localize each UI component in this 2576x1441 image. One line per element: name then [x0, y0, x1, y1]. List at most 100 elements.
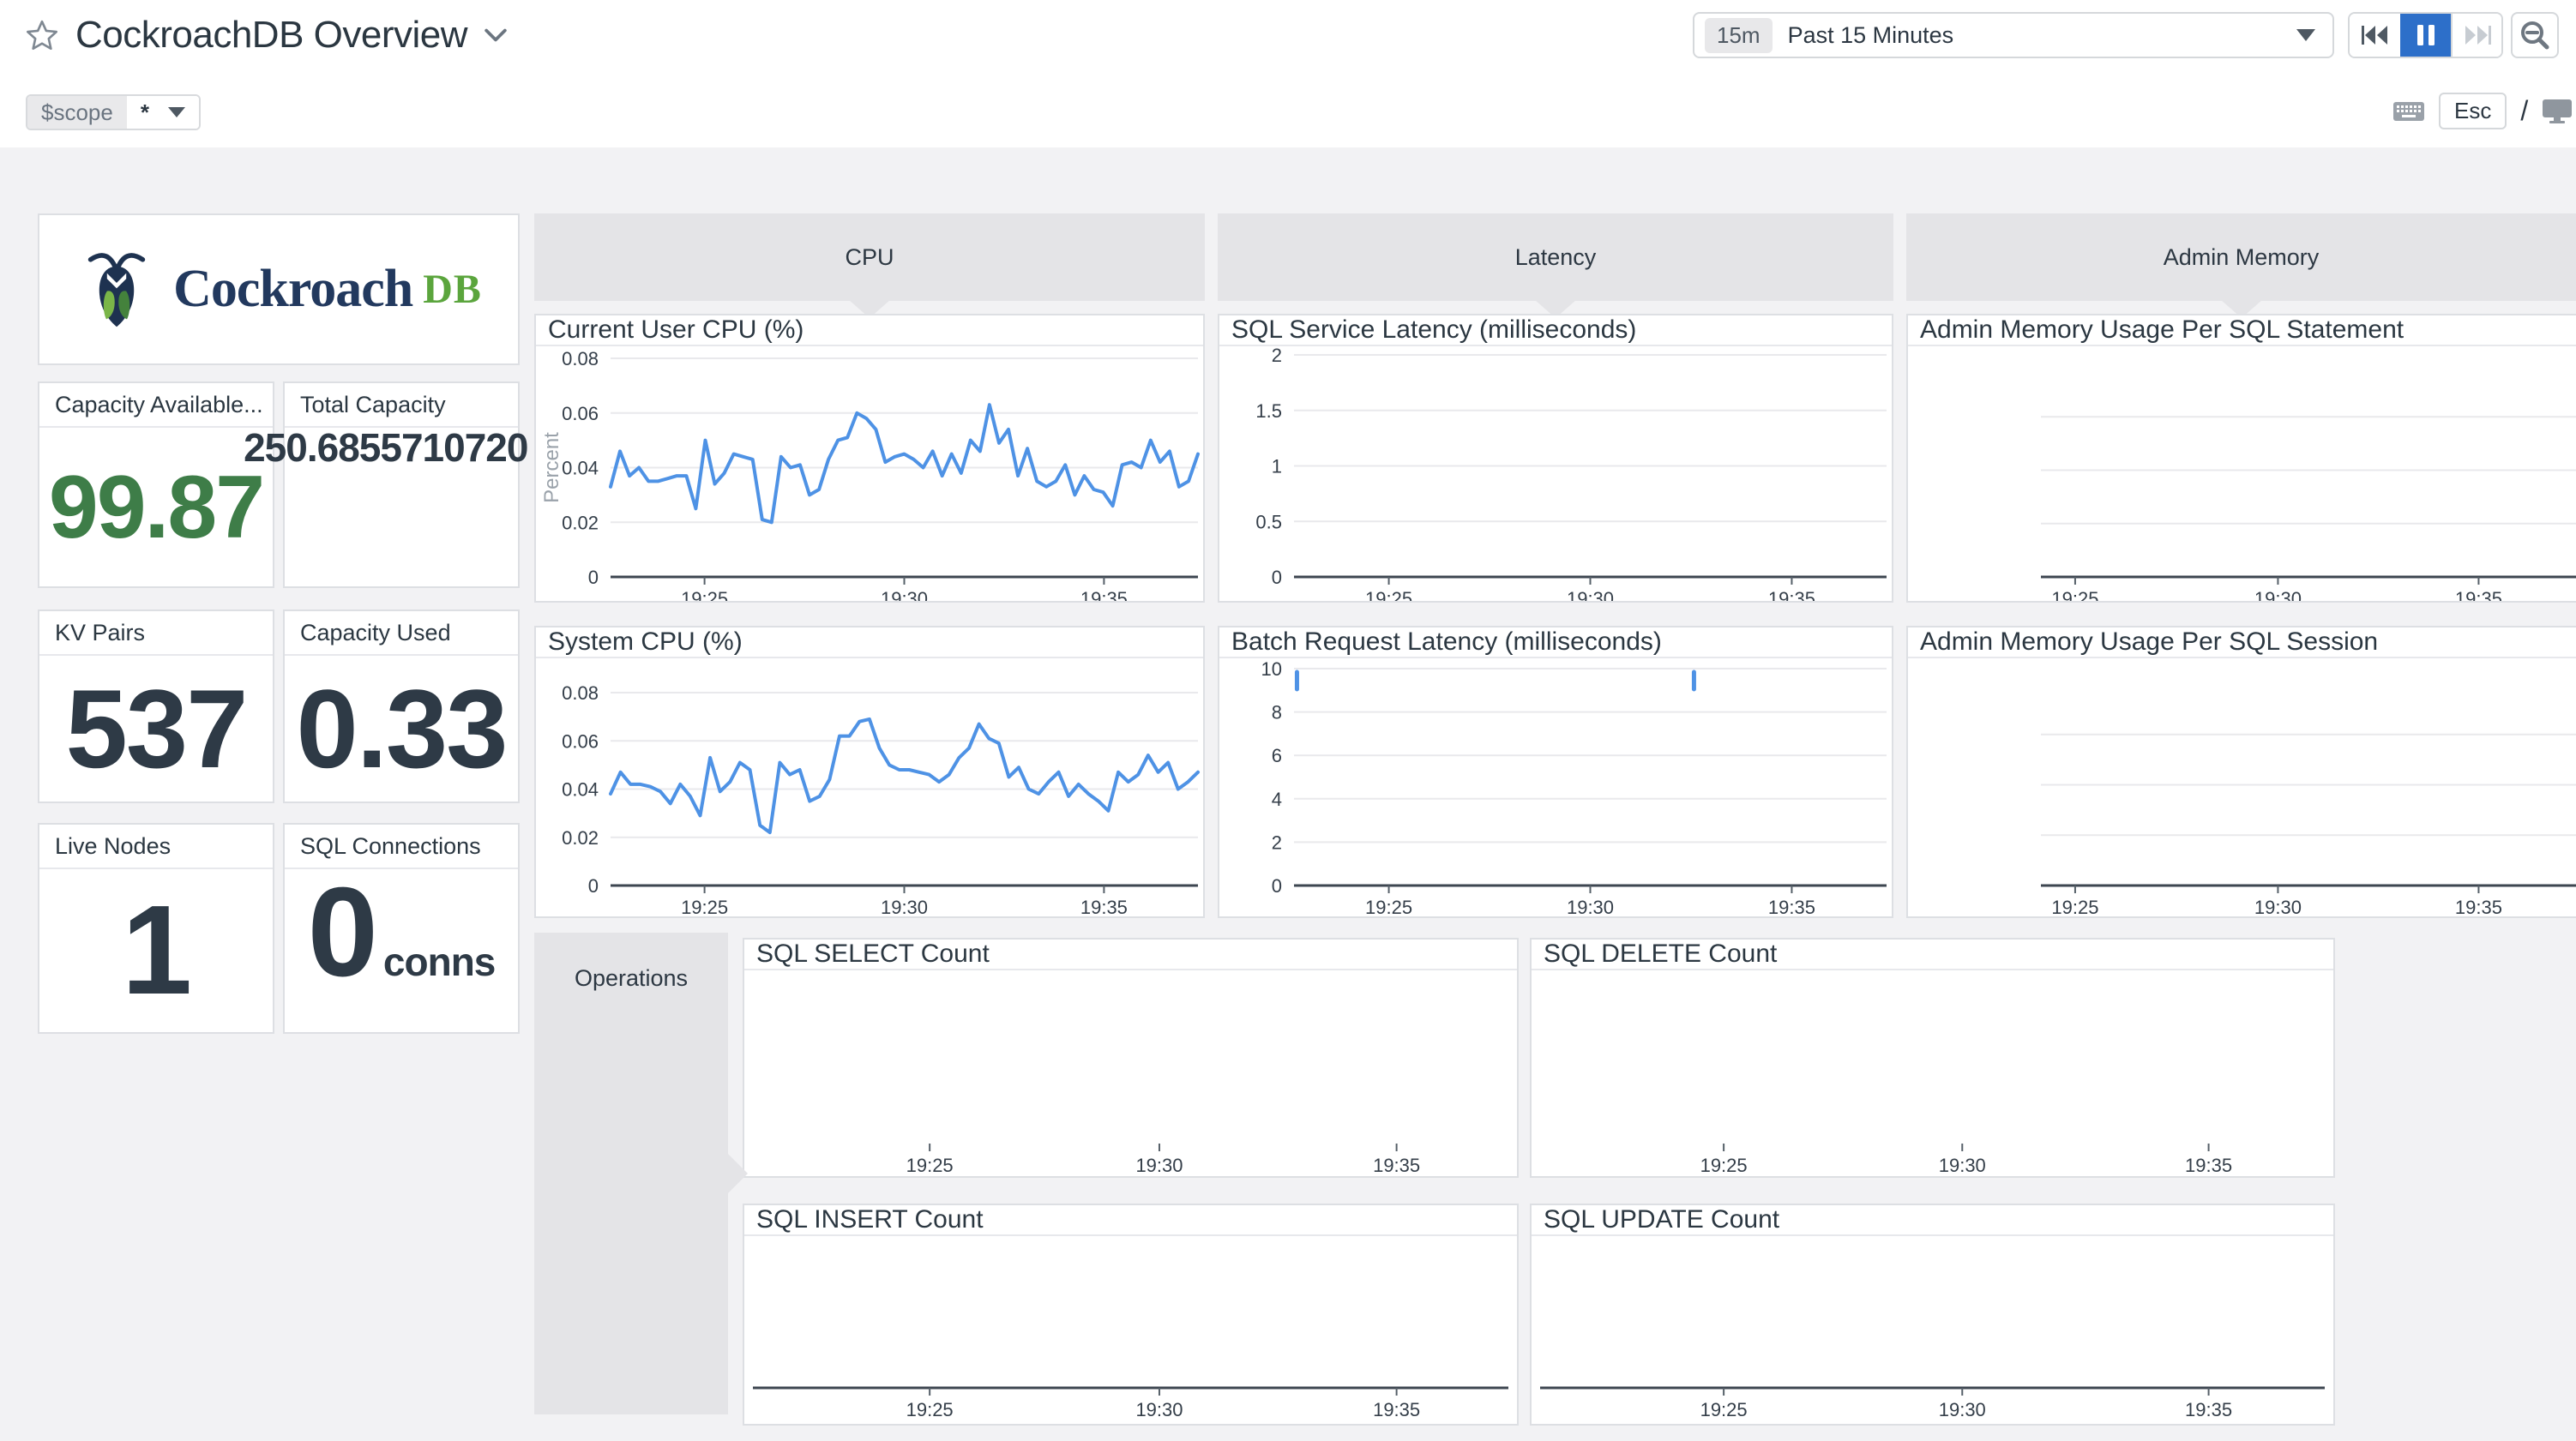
chart-card-admin-memory-statement: Admin Memory Usage Per SQL Statement 19:…: [1906, 314, 2576, 603]
chart-batch-request-latency[interactable]: 108642019:2519:3019:35: [1219, 658, 1892, 916]
x-tick-label: 19:30: [1567, 897, 1614, 916]
x-tick-label: 19:25: [1700, 1155, 1748, 1176]
rewind-button[interactable]: [2350, 14, 2400, 57]
stat-card-sql-connections[interactable]: SQL Connections 0 conns: [283, 823, 520, 1034]
x-tick-label: 19:35: [2455, 897, 2502, 916]
stat-card-capacity-used[interactable]: Capacity Used 0.33: [283, 609, 520, 803]
zoom-out-button[interactable]: [2511, 12, 2559, 58]
group-header-admin-memory: Admin Memory: [1906, 213, 2576, 301]
series-line: [611, 405, 1198, 522]
chart-title: Current User CPU (%): [536, 315, 1203, 346]
scope-var-name: $scope: [27, 96, 127, 129]
group-header-operations: Operations: [534, 933, 728, 1414]
chart-card-sql-update-count: SQL UPDATE Count 19:2519:3019:35: [1530, 1204, 2335, 1426]
chart-title: Batch Request Latency (milliseconds): [1219, 627, 1892, 658]
x-tick-label: 19:35: [2185, 1399, 2232, 1420]
chart-title: System CPU (%): [536, 627, 1203, 658]
chart-sql-service-latency[interactable]: 21.510.5019:2519:3019:35: [1219, 346, 1892, 601]
x-tick-label: 19:30: [881, 588, 928, 601]
stat-value: 250.6855710720: [244, 428, 527, 467]
stat-title: Live Nodes: [39, 825, 273, 869]
x-tick-label: 19:35: [1080, 897, 1128, 916]
stat-card-total-capacity[interactable]: Total Capacity 250.6855710720 GB: [283, 381, 520, 588]
y-tick-label: 0.02: [562, 512, 599, 533]
x-tick-label: 19:25: [1700, 1399, 1748, 1420]
group-header-latency: Latency: [1218, 213, 1893, 301]
y-tick-label: 0.08: [562, 348, 599, 369]
tv-mode-shortcut: Esc /: [2392, 93, 2573, 129]
chart-sql-delete-count[interactable]: 19:25 19:30 19:35: [1532, 970, 2333, 1176]
group-header-cpu: CPU: [534, 213, 1205, 301]
x-tick-label: 19:30: [1135, 1399, 1183, 1420]
y-tick-label: 6: [1272, 745, 1282, 766]
y-axis-label: Percent: [540, 432, 563, 503]
time-range-label: Past 15 Minutes: [1788, 22, 2296, 49]
chart-current-user-cpu[interactable]: 0.080.060.040.02019:2519:3019:35Percent: [536, 346, 1203, 601]
chart-card-sql-service-latency: SQL Service Latency (milliseconds) 21.51…: [1218, 314, 1893, 603]
x-tick-label: 19:30: [881, 897, 928, 916]
stat-card-live-nodes[interactable]: Live Nodes 1: [38, 823, 274, 1034]
x-tick-label: 19:35: [2455, 588, 2502, 601]
time-range-caret-icon: [2296, 29, 2315, 41]
x-tick-label: 19:25: [1365, 897, 1412, 916]
group-pointer: [728, 1154, 748, 1193]
chart-title: SQL INSERT Count: [744, 1205, 1517, 1236]
y-tick-label: 0.5: [1255, 511, 1282, 532]
time-range-selector[interactable]: 15m Past 15 Minutes: [1693, 12, 2334, 58]
x-tick-label: 19:35: [1373, 1155, 1420, 1176]
playback-controls: [2348, 12, 2503, 58]
chart-system-cpu[interactable]: 0.080.060.040.02019:2519:3019:35: [536, 658, 1203, 916]
y-tick-label: 0.06: [562, 403, 599, 424]
x-tick-label: 19:25: [2051, 897, 2098, 916]
y-tick-label: 8: [1272, 702, 1282, 724]
stat-value: 99.87: [49, 463, 263, 552]
chart-sql-insert-count[interactable]: 19:2519:3019:35: [744, 1236, 1517, 1424]
favorite-star-icon[interactable]: [26, 19, 58, 51]
template-variable-scope[interactable]: $scope *: [26, 94, 201, 130]
y-tick-label: 1.5: [1255, 400, 1282, 422]
group-label: Operations: [534, 965, 728, 992]
chart-svg: 19:2519:3019:35: [744, 1236, 1517, 1424]
chart-admin-memory-statement[interactable]: 19:2519:3019:35: [1908, 346, 2576, 601]
title-chevron-down-icon[interactable]: [485, 28, 507, 42]
stat-card-kv-pairs[interactable]: KV Pairs 537: [38, 609, 274, 803]
chart-admin-memory-session[interactable]: 19:25 19:30 19:35: [1908, 658, 2576, 916]
series-line: [611, 719, 1198, 832]
stat-title: Capacity Available...: [39, 383, 273, 428]
fast-forward-button[interactable]: [2451, 14, 2501, 57]
group-label: Latency: [1515, 244, 1597, 271]
cockroachdb-bug-icon: [75, 238, 158, 341]
x-tick-label: 19:25: [681, 897, 728, 916]
chart-card-sql-insert-count: SQL INSERT Count 19:2519:3019:35: [743, 1204, 1519, 1426]
chart-sql-select-count[interactable]: 19:2519:3019:35: [744, 970, 1517, 1176]
y-tick-label: 0: [588, 875, 599, 897]
chart-svg: 108642019:2519:3019:35: [1219, 658, 1892, 916]
chart-title: SQL UPDATE Count: [1532, 1205, 2333, 1236]
x-tick-label: 19:30: [2254, 897, 2302, 916]
time-range-badge: 15m: [1705, 18, 1773, 53]
chart-title: Admin Memory Usage Per SQL Session: [1908, 627, 2576, 658]
y-tick-label: 0.02: [562, 827, 599, 849]
x-tick-label: 19:30: [1135, 1155, 1183, 1176]
cockroachdb-logo-card: Cockroach DB: [38, 213, 520, 365]
y-tick-label: 4: [1272, 789, 1282, 810]
y-tick-label: 2: [1272, 832, 1282, 853]
chart-card-sql-delete-count: SQL DELETE Count 19:25 19:30 19:35: [1530, 938, 2335, 1178]
y-tick-label: 0.08: [562, 682, 599, 704]
group-label: Admin Memory: [2164, 244, 2320, 271]
top-bar: CockroachDB Overview 15m Past 15 Minutes: [0, 0, 2576, 147]
x-tick-label: 19:25: [681, 588, 728, 601]
logo-wordmark: Cockroach: [173, 259, 412, 320]
scope-var-value[interactable]: *: [127, 96, 199, 129]
stat-card-capacity-available[interactable]: Capacity Available... 99.87: [38, 381, 274, 588]
tv-mode-monitor-icon[interactable]: [2542, 99, 2573, 124]
x-tick-label: 19:35: [2185, 1155, 2232, 1176]
chart-title: SQL DELETE Count: [1532, 940, 2333, 970]
pause-button[interactable]: [2400, 14, 2451, 57]
chart-sql-update-count[interactable]: 19:2519:3019:35: [1532, 1236, 2333, 1424]
chart-card-batch-request-latency: Batch Request Latency (milliseconds) 108…: [1218, 626, 1893, 918]
chart-svg: 19:25 19:30 19:35: [1532, 970, 2333, 1176]
esc-key-badge: Esc: [2439, 93, 2507, 129]
stat-title: Total Capacity: [285, 383, 518, 428]
x-tick-label: 19:30: [1939, 1155, 1986, 1176]
